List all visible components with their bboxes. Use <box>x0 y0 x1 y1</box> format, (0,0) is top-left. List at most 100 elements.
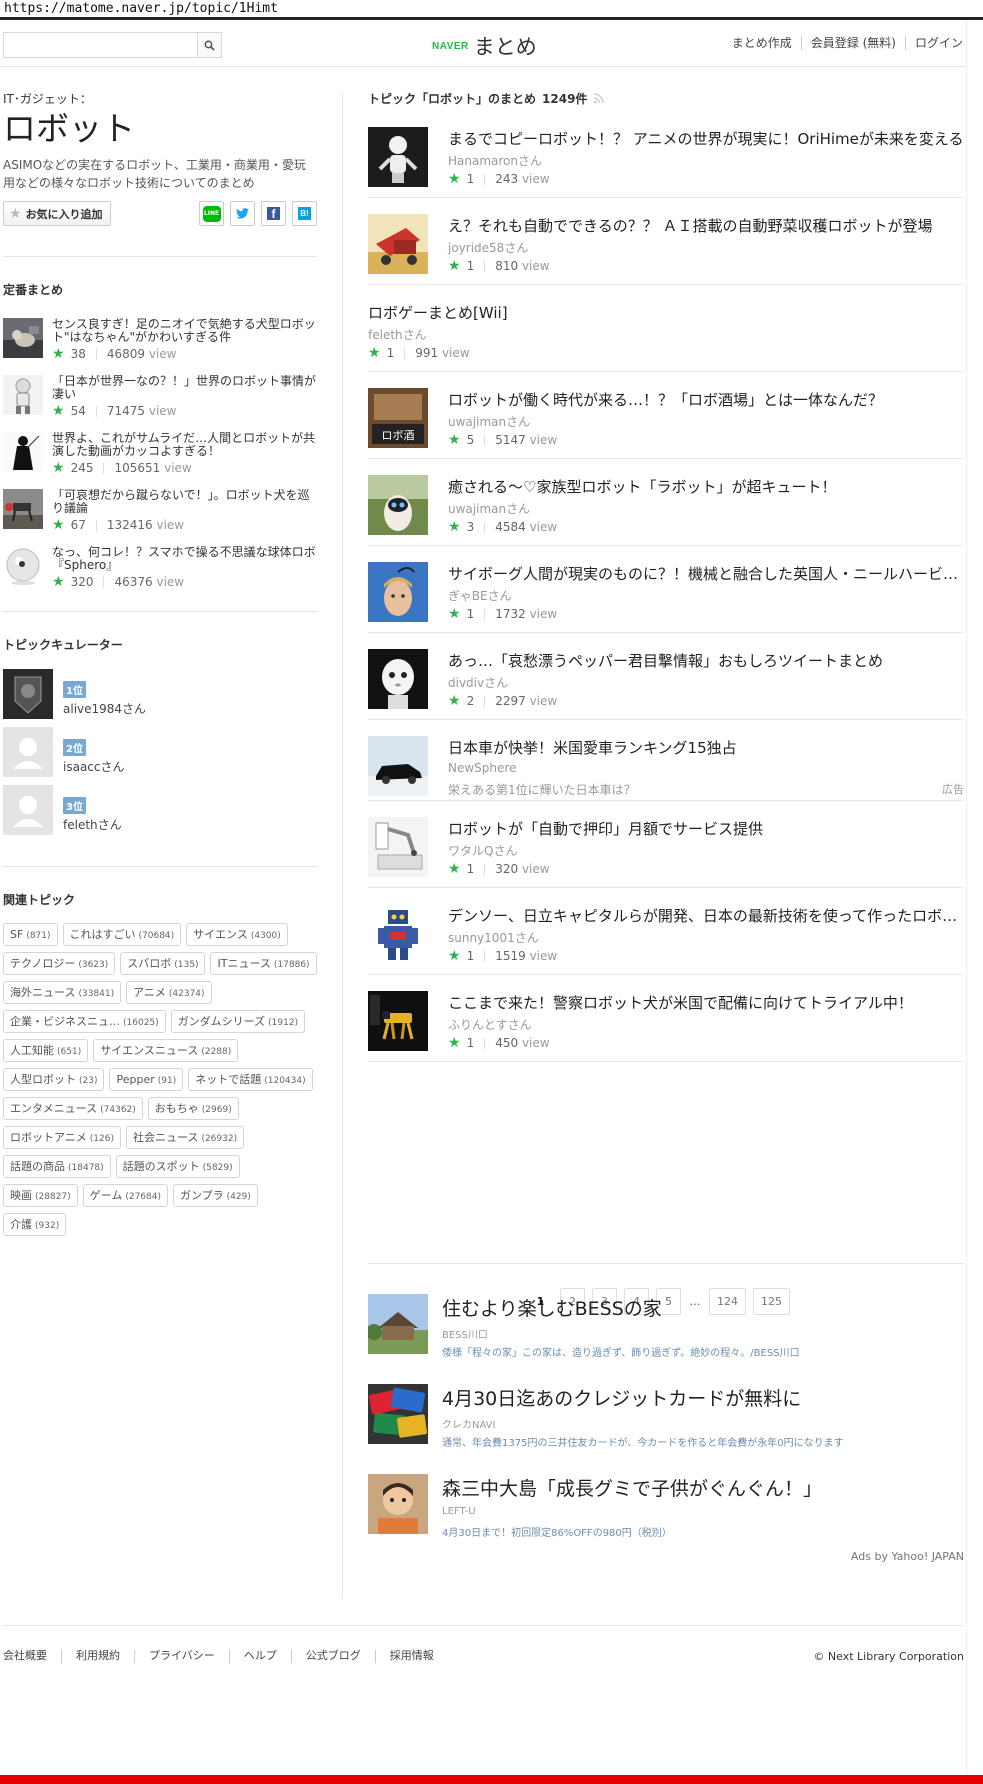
scrollbar[interactable] <box>966 20 983 1775</box>
related-tag[interactable]: スパロボ (135) <box>120 952 206 975</box>
create-matome-link[interactable]: まとめ作成 <box>723 36 801 50</box>
curator-item[interactable]: 2位 isaaccさん <box>3 727 317 785</box>
share-line-button[interactable]: LINE <box>199 201 224 226</box>
address-bar[interactable]: https://matome.naver.jp/topic/1Himt <box>0 0 983 20</box>
list-item[interactable]: 世界よ、これがサムライだ…人間とロボットが共演した動画がカッコよすぎる！ ★ 24… <box>3 432 317 489</box>
matome-title[interactable]: まるでコピーロボット！？ アニメの世界が現実に！OriHimeが未来を変える <box>448 128 963 149</box>
share-facebook-button[interactable]: f <box>261 201 286 226</box>
matome-title[interactable]: ここまで来た！警察ロボット犬が米国で配備に向けてトライアル中！ <box>448 992 913 1013</box>
list-item[interactable]: センス良すぎ！足のニオイで気絶する犬型ロボット"はなちゃん"がかわいすぎる件 ★… <box>3 318 317 375</box>
matome-row[interactable]: ロボ酒 ロボットが働く時代が来る…！？「ロボ酒場」とは一体なんだ？ uwajiman… <box>368 372 964 459</box>
related-tag[interactable]: 人工知能 (651) <box>3 1039 89 1062</box>
related-tag[interactable]: 企業・ビジネスニュ… (16025) <box>3 1010 166 1033</box>
matome-author[interactable]: NewSphere <box>448 761 516 775</box>
matome-row[interactable]: ロボットが「自動で押印」月額でサービス提供 ワタルQさん ★ 1 320 view <box>368 801 964 888</box>
ad-item[interactable]: 4月30日迄あのクレジットカードが無料に クレカNAVI 通常、年会費1375円… <box>368 1384 964 1454</box>
list-item[interactable]: 「可哀想だから蹴らないで！」。ロボット犬を巡り議論 ★ 67 132416 view <box>3 489 317 546</box>
related-tag[interactable]: ガンプラ (429) <box>172 1184 258 1207</box>
related-tag[interactable]: おもちゃ (2969) <box>147 1097 239 1120</box>
curator-item[interactable]: 1位 alive1984さん <box>3 669 317 727</box>
list-item[interactable]: 「日本が世界一なの？！」世界のロボット事情が凄い ★ 54 71475 view <box>3 375 317 432</box>
matome-author[interactable]: ワタルQさん <box>448 842 517 859</box>
rank-badge: 1位 <box>63 681 86 698</box>
matome-title[interactable]: ロボゲーまとめ[Wii] <box>368 302 508 323</box>
ad-item[interactable]: 森三中大島「成長グミで子供がぐんぐん！」 LEFT-U 4月30日まで！初回限定… <box>368 1474 964 1544</box>
tag-count: (429) <box>226 1192 251 1202</box>
related-tag[interactable]: 海外ニュース (33841) <box>3 981 122 1004</box>
matome-row[interactable]: 癒される〜♡家族型ロボット「ラボット」が超キュート！ uwajimanさん ★ 3 45… <box>368 459 964 546</box>
search-button[interactable] <box>197 33 221 57</box>
matome-title[interactable]: え？それも自動でできるの？？ ＡＩ搭載の自動野菜収穫ロボットが登場 <box>448 215 932 236</box>
search-input[interactable] <box>4 33 197 57</box>
login-link[interactable]: ログイン <box>904 36 963 50</box>
related-tag[interactable]: ゲーム (27684) <box>82 1184 168 1207</box>
related-tag[interactable]: ロボットアニメ (126) <box>3 1126 121 1149</box>
matome-row[interactable]: まるでコピーロボット！？ アニメの世界が現実に！OriHimeが未来を変える Ha… <box>368 111 964 198</box>
matome-title[interactable]: あっ…「哀愁漂うペッパー君目撃情報」おもしろツイートまとめ <box>448 650 883 671</box>
matome-author[interactable]: felethさん <box>368 326 427 343</box>
star-icon: ★ <box>448 606 461 622</box>
topic-category[interactable]: IT･ガジェット： <box>3 90 317 107</box>
item-meta: ★ 54 71475 view <box>52 403 317 419</box>
related-tag[interactable]: 介護 (932) <box>3 1213 67 1236</box>
matome-author[interactable]: ぎゃBEさん <box>448 587 512 604</box>
matome-author[interactable]: uwajimanさん <box>448 413 530 430</box>
matome-title[interactable]: 癒される〜♡家族型ロボット「ラボット」が超キュート！ <box>448 476 836 497</box>
matome-author[interactable]: Hanamaronさん <box>448 152 542 169</box>
footer-link-company[interactable]: 会社概要 <box>3 1650 61 1663</box>
related-tag[interactable]: アニメ (42374) <box>126 981 212 1004</box>
share-hatena-button[interactable]: B! <box>292 201 317 226</box>
related-tag[interactable]: ITニュース (17886) <box>210 952 317 975</box>
tag-count: (91) <box>157 1076 177 1086</box>
matome-row[interactable]: ここまで来た！警察ロボット犬が米国で配備に向けてトライアル中！ ふりんとすさん ★ 1… <box>368 975 964 1062</box>
view-count: 132416 <box>106 518 153 532</box>
rss-icon[interactable] <box>593 93 605 104</box>
matome-row[interactable]: 日本車が快挙！米国愛車ランキング15独占 NewSphere 栄えある第1位に輝いた… <box>368 720 964 801</box>
related-tag[interactable]: ネットで話題 (120434) <box>188 1068 313 1091</box>
footer-link-help[interactable]: ヘルプ <box>228 1650 291 1663</box>
ad-item[interactable]: 住むより楽しむBESSの家 BESS川口 倭様「程々の家」この家は、造り過ぎず、… <box>368 1294 964 1364</box>
related-tag[interactable]: ガンダムシリーズ (1912) <box>170 1010 306 1033</box>
matome-row[interactable]: サイボーグ人間が現実のものに？！機械と融合した英国人・ニールハービソンぎゃBEさ… <box>368 546 964 633</box>
star-count: 1 <box>466 607 475 621</box>
matome-title[interactable]: サイボーグ人間が現実のものに？！機械と融合した英国人・ニールハービソン <box>448 563 964 584</box>
matome-row[interactable]: あっ…「哀愁漂うペッパー君目撃情報」おもしろツイートまとめ divdivさん ★ 2 2… <box>368 633 964 720</box>
view-label: view <box>529 607 558 621</box>
matome-title[interactable]: デンソー、日立キャピタルらが開発、日本の最新技術を使って作ったロボットたち <box>448 905 964 926</box>
register-link[interactable]: 会員登録 (無料) <box>800 36 905 50</box>
ads-credit[interactable]: Ads by Yahoo! JAPAN <box>851 1550 964 1563</box>
matome-author[interactable]: uwajimanさん <box>448 500 530 517</box>
matome-title[interactable]: ロボットが働く時代が来る…！？「ロボ酒場」とは一体なんだ？ <box>448 389 883 410</box>
matome-row[interactable]: ロボゲーまとめ[Wii] felethさん ★ 1 991 view <box>368 285 964 372</box>
matome-row[interactable]: デンソー、日立キャピタルらが開発、日本の最新技術を使って作ったロボットたち sun… <box>368 888 964 975</box>
matome-author[interactable]: ふりんとすさん <box>448 1016 532 1033</box>
share-twitter-button[interactable] <box>230 201 255 226</box>
related-tag[interactable]: SF (871) <box>3 923 58 946</box>
related-tag[interactable]: これはすごい (70684) <box>62 923 182 946</box>
matome-title[interactable]: ロボットが「自動で押印」月額でサービス提供 <box>448 818 763 839</box>
related-tag[interactable]: Pepper (91) <box>109 1068 184 1091</box>
related-tag[interactable]: 映画 (28827) <box>3 1184 78 1207</box>
matome-row[interactable]: え？それも自動でできるの？？ ＡＩ搭載の自動野菜収穫ロボットが登場 joyride… <box>368 198 964 285</box>
list-item[interactable]: なっ、何コレ！？スマホで操る不思議な球体ロボ『Sphero』 ★ 320 46376… <box>3 546 317 603</box>
matome-author[interactable]: joyride58さん <box>448 239 528 256</box>
footer-link-recruit[interactable]: 採用情報 <box>374 1650 448 1663</box>
curator-item[interactable]: 3位 felethさん <box>3 785 317 843</box>
matome-author[interactable]: divdivさん <box>448 674 508 691</box>
related-tag[interactable]: サイエンスニュース (2288) <box>93 1039 239 1062</box>
related-tag[interactable]: 話題の商品 (18478) <box>3 1155 111 1178</box>
related-tag[interactable]: 人型ロボット (23) <box>3 1068 105 1091</box>
matome-author[interactable]: sunny1001さん <box>448 929 539 946</box>
footer-link-privacy[interactable]: プライバシー <box>134 1650 229 1663</box>
matome-title[interactable]: 日本車が快挙！米国愛車ランキング15独占 <box>448 737 737 758</box>
add-favorite-button[interactable]: ★ お気に入り追加 <box>3 201 111 226</box>
related-tag[interactable]: 社会ニュース (26932) <box>125 1126 245 1149</box>
footer-link-blog[interactable]: 公式ブログ <box>290 1650 375 1663</box>
related-tag[interactable]: テクノロジー (3623) <box>3 952 116 975</box>
related-tag[interactable]: サイエンス (4300) <box>186 923 288 946</box>
related-tag[interactable]: 話題のスポット (5829) <box>115 1155 240 1178</box>
related-tag[interactable]: エンタメニュース (74362) <box>3 1097 143 1120</box>
footer-link-terms[interactable]: 利用規約 <box>61 1650 134 1663</box>
tag-count: (651) <box>57 1047 82 1057</box>
naver-matome-logo[interactable]: NAVER まとめ <box>432 31 537 61</box>
